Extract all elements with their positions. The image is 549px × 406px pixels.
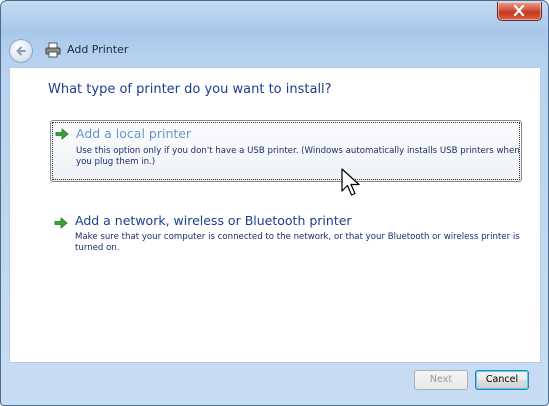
green-arrow-icon [55, 128, 69, 140]
option-add-network-printer[interactable]: Add a network, wireless or Bluetooth pri… [50, 208, 520, 258]
option-title: Add a network, wireless or Bluetooth pri… [75, 213, 352, 228]
close-icon [513, 5, 525, 16]
option-description: Use this option only if you don't have a… [76, 146, 520, 167]
next-button[interactable]: Next [414, 370, 468, 390]
add-printer-window: Add Printer What type of printer do you … [0, 0, 549, 406]
wizard-content: What type of printer do you want to inst… [9, 67, 541, 363]
back-arrow-icon [16, 46, 26, 56]
green-arrow-icon [54, 217, 68, 229]
option-add-local-printer[interactable]: Add a local printer Use this option only… [50, 120, 522, 182]
title-bar [1, 1, 548, 35]
cancel-button[interactable]: Cancel [475, 370, 529, 390]
printer-icon [45, 42, 61, 58]
page-heading: What type of printer do you want to inst… [48, 82, 332, 97]
option-title: Add a local printer [76, 126, 192, 141]
close-button[interactable] [497, 2, 542, 21]
back-button[interactable] [9, 39, 33, 63]
mouse-cursor-icon [341, 168, 360, 196]
option-description: Make sure that your computer is connecte… [75, 232, 520, 253]
window-title: Add Printer [67, 43, 129, 56]
